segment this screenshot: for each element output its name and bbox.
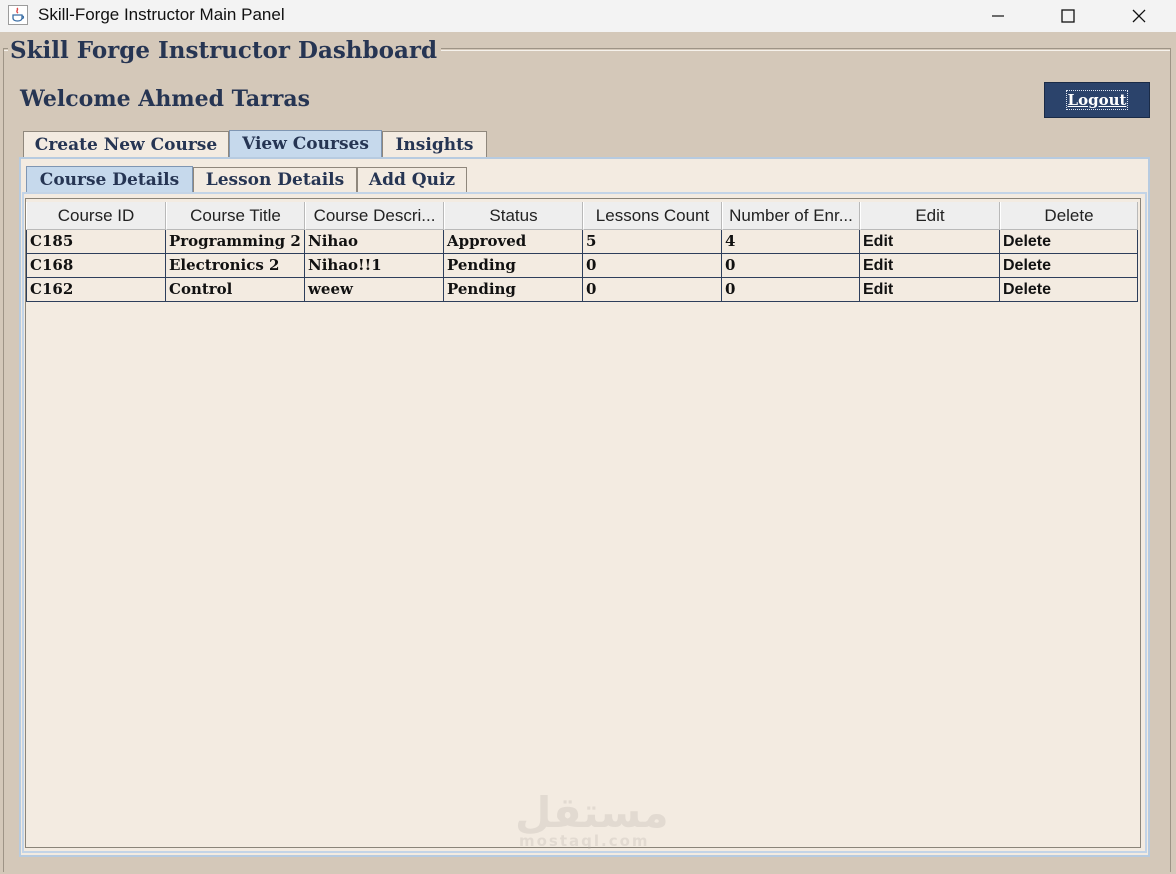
cell-enrollments[interactable]: 0 bbox=[722, 254, 860, 278]
column-header-status[interactable]: Status bbox=[444, 202, 583, 230]
cell-status[interactable]: Pending bbox=[444, 254, 583, 278]
delete-button[interactable]: Delete bbox=[1000, 230, 1138, 254]
cell-status[interactable]: Pending bbox=[444, 278, 583, 302]
cell-course-title[interactable]: Control bbox=[166, 278, 305, 302]
delete-button[interactable]: Delete bbox=[1000, 278, 1138, 302]
edit-button[interactable]: Edit bbox=[860, 278, 1000, 302]
cell-enrollments[interactable]: 0 bbox=[722, 278, 860, 302]
logout-label: Logout bbox=[1065, 90, 1129, 110]
cell-enrollments[interactable]: 4 bbox=[722, 230, 860, 254]
cell-course-id[interactable]: C168 bbox=[26, 254, 166, 278]
column-header-edit[interactable]: Edit bbox=[860, 202, 1000, 230]
column-header-course-title[interactable]: Course Title bbox=[166, 202, 305, 230]
minimize-icon bbox=[992, 15, 1004, 17]
tab-create-new-course[interactable]: Create New Course bbox=[23, 131, 229, 157]
cell-status[interactable]: Approved bbox=[444, 230, 583, 254]
column-header-course-description[interactable]: Course Descri... bbox=[305, 202, 444, 230]
watermark-latin-text: mostaql.com bbox=[519, 832, 650, 850]
mostaql-watermark: مستقل mostaql.com bbox=[515, 788, 669, 850]
cell-course-title[interactable]: Programming 2 bbox=[166, 230, 305, 254]
column-header-course-id[interactable]: Course ID bbox=[26, 202, 166, 230]
minimize-button[interactable] bbox=[975, 0, 1021, 32]
cell-lessons-count[interactable]: 0 bbox=[583, 254, 722, 278]
cell-course-title[interactable]: Electronics 2 bbox=[166, 254, 305, 278]
window-titlebar[interactable]: Skill-Forge Instructor Main Panel bbox=[0, 0, 1176, 32]
edit-button[interactable]: Edit bbox=[860, 254, 1000, 278]
cell-course-description[interactable]: Nihao bbox=[305, 230, 444, 254]
table-row[interactable]: C168 Electronics 2 Nihao!!1 Pending 0 0 … bbox=[26, 254, 1138, 278]
cell-course-id[interactable]: C162 bbox=[26, 278, 166, 302]
close-button[interactable] bbox=[1116, 0, 1162, 32]
edit-button[interactable]: Edit bbox=[860, 230, 1000, 254]
logout-button[interactable]: Logout bbox=[1044, 82, 1150, 118]
cell-lessons-count[interactable]: 0 bbox=[583, 278, 722, 302]
tab-add-quiz[interactable]: Add Quiz bbox=[357, 167, 467, 192]
tab-insights[interactable]: Insights bbox=[382, 131, 487, 157]
cell-course-description[interactable]: weew bbox=[305, 278, 444, 302]
watermark-arabic-text: مستقل bbox=[515, 788, 669, 837]
column-header-lessons-count[interactable]: Lessons Count bbox=[583, 202, 722, 230]
cell-course-id[interactable]: C185 bbox=[26, 230, 166, 254]
close-icon bbox=[1132, 9, 1146, 23]
tab-view-courses[interactable]: View Courses bbox=[229, 130, 382, 157]
column-header-delete[interactable]: Delete bbox=[1000, 202, 1138, 230]
delete-button[interactable]: Delete bbox=[1000, 254, 1138, 278]
dashboard-title: Skill Forge Instructor Dashboard bbox=[8, 37, 442, 65]
maximize-icon bbox=[1061, 9, 1075, 23]
welcome-message: Welcome Ahmed Tarras bbox=[20, 86, 310, 112]
column-header-enrollments[interactable]: Number of Enr... bbox=[722, 202, 860, 230]
tab-lesson-details[interactable]: Lesson Details bbox=[193, 167, 357, 192]
cell-lessons-count[interactable]: 5 bbox=[583, 230, 722, 254]
window-title: Skill-Forge Instructor Main Panel bbox=[38, 5, 285, 24]
table-row[interactable]: C185 Programming 2 Nihao Approved 5 4 Ed… bbox=[26, 230, 1138, 254]
maximize-button[interactable] bbox=[1045, 0, 1091, 32]
table-row[interactable]: C162 Control weew Pending 0 0 Edit Delet… bbox=[26, 278, 1138, 302]
cell-course-description[interactable]: Nihao!!1 bbox=[305, 254, 444, 278]
java-coffee-icon bbox=[8, 5, 28, 25]
tab-course-details[interactable]: Course Details bbox=[26, 166, 193, 192]
